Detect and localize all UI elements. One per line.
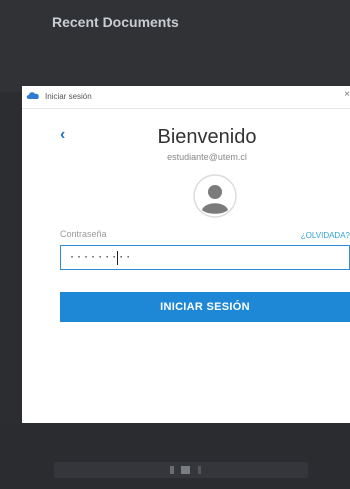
user-avatar-icon [193, 174, 237, 218]
taskbar [0, 423, 350, 489]
dialog-title: Iniciar sesión [45, 92, 92, 101]
dialog-titlebar: Iniciar sesión × [22, 86, 350, 109]
list-view-icon[interactable] [170, 466, 174, 474]
text-caret [117, 251, 118, 265]
password-field[interactable]: ········· [60, 245, 350, 270]
close-icon[interactable]: × [344, 89, 350, 100]
grid-view-icon[interactable] [181, 466, 190, 474]
cloud-icon [26, 92, 39, 99]
app-title: Recent Documents [52, 14, 179, 30]
dock [54, 462, 308, 478]
password-label: Contraseña [60, 229, 107, 239]
login-button[interactable]: INICIAR SESIÓN [60, 292, 350, 322]
login-dialog: Iniciar sesión × ‹ Bienvenido estudiante… [22, 86, 350, 423]
account-email: estudiante@utem.cl [167, 152, 247, 162]
welcome-heading: Bienvenido [157, 126, 257, 148]
dock-dot-icon[interactable] [198, 466, 201, 474]
password-value: ········· [69, 252, 133, 263]
forgot-password-link[interactable]: ¿OLVIDADA? [301, 231, 350, 240]
app-header: Recent Documents [0, 0, 350, 92]
